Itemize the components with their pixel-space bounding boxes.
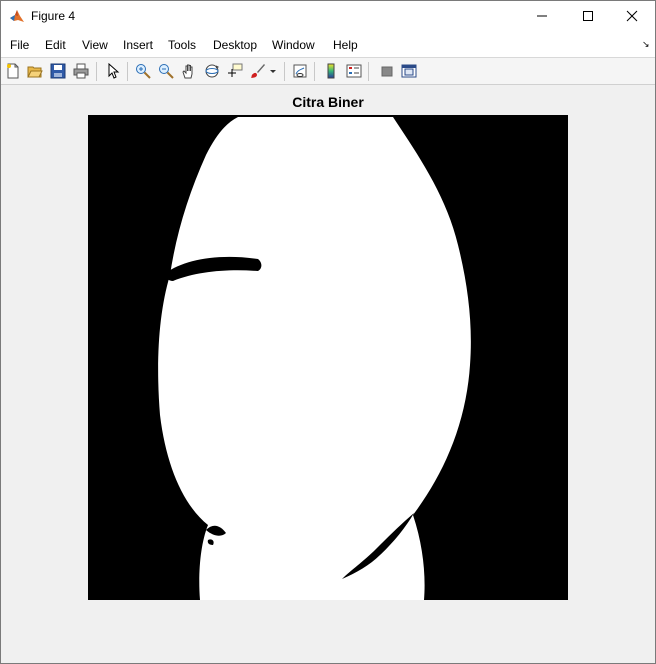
- zoom-in-icon[interactable]: [133, 61, 153, 81]
- binary-image: [88, 115, 568, 600]
- link-plot-icon[interactable]: [290, 61, 310, 81]
- close-button[interactable]: [609, 1, 655, 31]
- menu-insert[interactable]: Insert: [123, 38, 153, 52]
- menu-bar: File Edit View Insert Tools Desktop Wind…: [1, 31, 655, 58]
- legend-icon[interactable]: [344, 61, 364, 81]
- toolbar-separator: [127, 62, 128, 81]
- menu-file[interactable]: File: [10, 38, 29, 52]
- menu-view[interactable]: View: [82, 38, 108, 52]
- rotate-3d-icon[interactable]: [202, 61, 222, 81]
- figure-toolbar: [1, 58, 655, 85]
- brush-icon[interactable]: [248, 61, 268, 81]
- figure-window: Figure 4 File Edit View Insert Tools Des…: [0, 0, 656, 664]
- show-plot-tools-icon[interactable]: [399, 61, 419, 81]
- figure-canvas: Citra Biner: [1, 86, 655, 663]
- menu-desktop[interactable]: Desktop: [213, 38, 257, 52]
- pan-hand-icon[interactable]: [179, 61, 199, 81]
- zoom-out-icon[interactable]: [156, 61, 176, 81]
- menu-help[interactable]: Help: [333, 38, 358, 52]
- save-icon[interactable]: [48, 61, 68, 81]
- dock-arrow-icon[interactable]: ↘: [642, 39, 650, 50]
- new-figure-icon[interactable]: [3, 61, 23, 81]
- toolbar-separator: [284, 62, 285, 81]
- open-file-icon[interactable]: [25, 61, 45, 81]
- edit-plot-arrow-icon[interactable]: [103, 61, 123, 81]
- maximize-button[interactable]: [565, 1, 611, 31]
- minimize-button[interactable]: [519, 1, 565, 31]
- brush-dropdown-arrow-icon[interactable]: [267, 61, 279, 81]
- menu-edit[interactable]: Edit: [45, 38, 66, 52]
- menu-window[interactable]: Window: [272, 38, 315, 52]
- axes-title: Citra Biner: [292, 94, 364, 110]
- title-bar: Figure 4: [1, 1, 655, 31]
- print-icon[interactable]: [71, 61, 91, 81]
- data-cursor-icon[interactable]: [225, 61, 245, 81]
- colorbar-icon[interactable]: [321, 61, 341, 81]
- hide-plot-tools-icon[interactable]: [377, 61, 397, 81]
- toolbar-separator: [96, 62, 97, 81]
- matlab-logo-icon: [9, 8, 25, 24]
- binary-image-axes: [88, 115, 568, 600]
- window-title: Figure 4: [31, 9, 76, 23]
- toolbar-separator: [368, 62, 369, 81]
- menu-tools[interactable]: Tools: [168, 38, 196, 52]
- toolbar-separator: [314, 62, 315, 81]
